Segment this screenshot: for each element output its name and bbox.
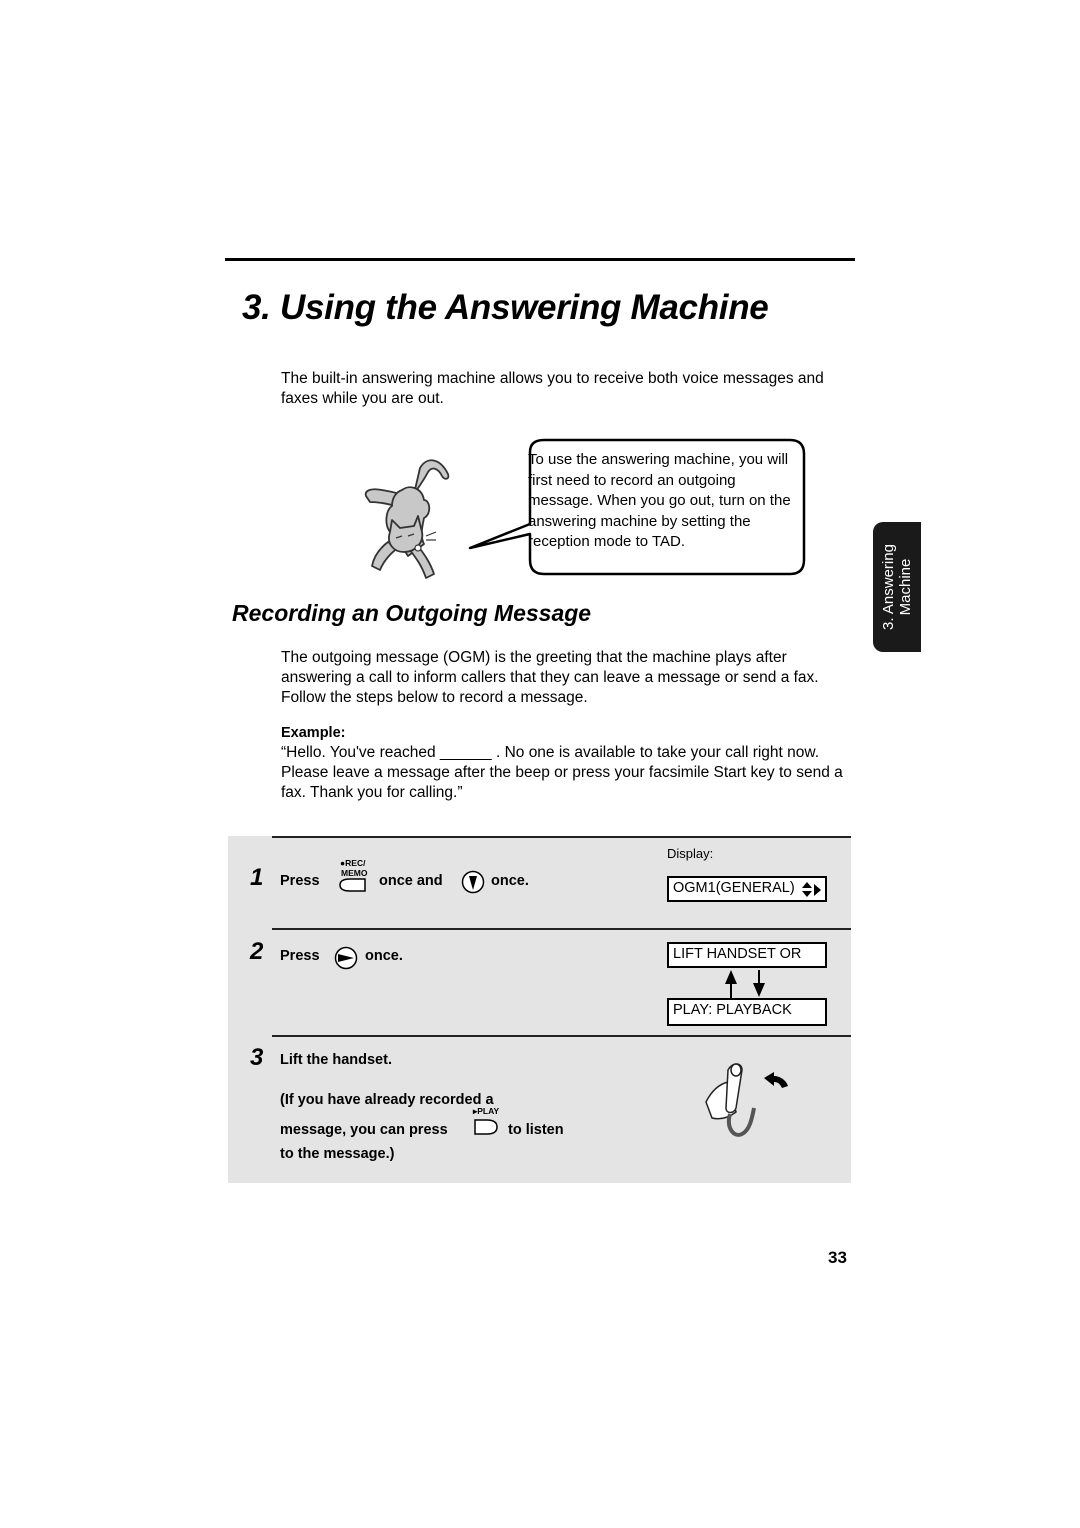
step-divider (272, 928, 851, 930)
memo-button-icon (339, 878, 366, 892)
step-3-line3a: message, you can press (280, 1122, 448, 1138)
play-key: ▸PLAY (471, 1106, 507, 1142)
alternating-arrows-icon (725, 970, 765, 998)
chapter-title: 3. Using the Answering Machine (242, 288, 769, 327)
lcd-ogm1: OGM1(GENERAL) (667, 876, 827, 902)
step-3-number: 3 (250, 1044, 264, 1071)
step-2-once: once. (365, 948, 403, 964)
step-1-once: once. (491, 873, 529, 889)
side-tab-line2: Machine (897, 558, 914, 616)
top-rule (225, 258, 855, 261)
step-1-press: Press (280, 873, 320, 889)
step-3-line1: Lift the handset. (280, 1052, 392, 1068)
lcd-lift-handset: LIFT HANDSET OR (667, 942, 827, 968)
right-arrow-key-icon (334, 946, 358, 970)
example-label: Example: (281, 725, 346, 741)
cat-illustration (364, 459, 450, 579)
down-arrow-key-icon (461, 870, 485, 894)
step-3-line4: to the message.) (280, 1146, 395, 1162)
steps-panel: 1 Press ●REC/ MEMO once and once. Displa… (228, 836, 851, 1183)
page-number: 33 (828, 1248, 847, 1267)
play-button-icon (474, 1119, 498, 1135)
play-key-label: ▸PLAY (473, 1106, 500, 1116)
side-tab-line1: 3. Answering (880, 544, 897, 630)
step-2-press: Press (280, 948, 320, 964)
section-title: Recording an Outgoing Message (232, 600, 592, 626)
lcd-play-playback: PLAY: PLAYBACK (667, 998, 827, 1026)
scroll-arrows-icon (802, 882, 821, 897)
handset-illustration (705, 1063, 788, 1137)
lcd-play-playback-text: PLAY: PLAYBACK (673, 1002, 792, 1018)
section-body: The outgoing message (OGM) is the greeti… (281, 649, 819, 706)
chapter-side-tab[interactable]: 3. Answering Machine (873, 522, 921, 652)
callout-text: To use the answering machine, you will f… (528, 451, 791, 550)
lcd-lift-handset-text: LIFT HANDSET OR (673, 946, 802, 962)
step-1-number: 1 (250, 864, 264, 891)
step-3-line2: (If you have already recorded a (280, 1092, 494, 1108)
step-3-line3b: to listen (508, 1122, 564, 1138)
rec-memo-key: ●REC/ MEMO (334, 856, 376, 894)
step-1-once-and: once and (379, 873, 443, 889)
rec-memo-key-label-top: ●REC/ (340, 858, 366, 868)
chapter-intro: The built-in answering machine allows yo… (281, 370, 824, 407)
step-2-number: 2 (250, 938, 264, 965)
example-text: “Hello. You've reached ______ . No one i… (281, 744, 843, 801)
display-label: Display: (667, 846, 714, 861)
step-divider (272, 1035, 851, 1037)
lcd-ogm1-text: OGM1(GENERAL) (673, 880, 795, 896)
rec-memo-key-label-bottom: MEMO (341, 868, 368, 878)
step-divider (272, 836, 851, 838)
